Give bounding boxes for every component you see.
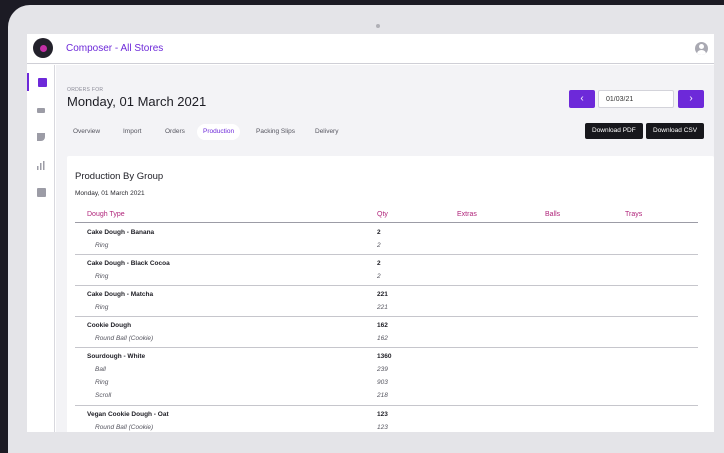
group-name: Sourdough - White [87, 353, 146, 360]
list-icon [36, 187, 46, 197]
tab-import[interactable]: Import [117, 124, 147, 140]
group-qty: 123 [377, 411, 388, 418]
sidebar-item-inbox[interactable] [27, 101, 55, 119]
group-name: Cake Dough - Matcha [87, 291, 154, 298]
orders-for-label: ORDERS FOR [67, 87, 104, 93]
group-qty: 162 [377, 322, 388, 329]
column-header-balls: Balls [545, 211, 561, 218]
group-qty: 2 [377, 229, 381, 236]
group-divider [75, 285, 698, 286]
sidebar-item-list[interactable] [27, 183, 55, 201]
report-subtitle: Monday, 01 March 2021 [75, 190, 145, 197]
group-name: Cake Dough - Black Cocoa [87, 260, 170, 267]
item-qty: 221 [377, 304, 388, 311]
item-qty: 903 [377, 379, 388, 386]
item-name: Round Ball (Cookie) [95, 424, 154, 431]
item-qty: 239 [377, 366, 388, 373]
previous-day-button[interactable]: ‹ [569, 90, 595, 108]
production-report-card: Production By Group Monday, 01 March 202… [67, 156, 714, 432]
item-qty: 2 [377, 273, 381, 280]
sidebar-item-mixer[interactable] [27, 128, 55, 146]
tab-overview[interactable]: Overview [67, 124, 106, 140]
item-name: Ring [95, 273, 109, 280]
tab-delivery[interactable]: Delivery [309, 124, 344, 140]
group-divider [75, 316, 698, 317]
sidebar-item-reports[interactable] [27, 156, 55, 174]
sidebar-item-orders[interactable] [27, 73, 55, 91]
item-name: Round Ball (Cookie) [95, 335, 154, 342]
tab-orders[interactable]: Orders [159, 124, 191, 140]
item-qty: 162 [377, 335, 388, 342]
table-header-divider [75, 222, 698, 223]
bar-chart-icon [36, 160, 44, 170]
column-header-trays: Trays [625, 211, 643, 218]
next-day-button[interactable]: › [678, 90, 704, 108]
group-name: Vegan Cookie Dough - Oat [87, 411, 169, 418]
group-divider [75, 347, 698, 348]
app-logo-icon[interactable] [33, 38, 53, 58]
group-name: Cake Dough - Banana [87, 229, 155, 236]
mixer-icon [37, 133, 45, 141]
group-divider [75, 254, 698, 255]
item-name: Scroll [95, 392, 112, 399]
column-header-extras: Extras [457, 211, 477, 218]
item-qty: 2 [377, 242, 381, 249]
main-content: ORDERS FOR Monday, 01 March 2021 ‹ › Ove… [56, 65, 714, 432]
group-divider [75, 405, 698, 406]
item-name: Ring [95, 304, 109, 311]
group-qty: 2 [377, 260, 381, 267]
app-screen: Composer - All Stores ORDERS FOR Monday,… [27, 34, 714, 432]
item-name: Ring [95, 242, 109, 249]
date-input[interactable] [598, 90, 674, 108]
group-qty: 1360 [377, 353, 392, 360]
sidebar [27, 65, 55, 432]
orders-icon [37, 77, 47, 87]
item-name: Ball [95, 366, 106, 373]
top-bar: Composer - All Stores [27, 34, 714, 64]
group-name: Cookie Dough [87, 322, 132, 329]
item-qty: 218 [377, 392, 388, 399]
user-account-icon[interactable] [695, 42, 708, 55]
group-qty: 221 [377, 291, 388, 298]
app-title: Composer - All Stores [66, 43, 164, 54]
tab-packing-slips[interactable]: Packing Slips [250, 124, 301, 140]
download-pdf-button[interactable]: Download PDF [585, 123, 643, 139]
download-csv-button[interactable]: Download CSV [646, 123, 705, 139]
inbox-icon [37, 107, 45, 113]
column-header-dough-type: Dough Type [87, 211, 125, 218]
page-title: Monday, 01 March 2021 [67, 94, 207, 109]
column-header-qty: Qty [377, 211, 388, 218]
report-title: Production By Group [75, 171, 164, 182]
tab-production[interactable]: Production [197, 124, 241, 140]
camera-dot [376, 24, 380, 28]
item-qty: 123 [377, 424, 388, 431]
item-name: Ring [95, 379, 109, 386]
